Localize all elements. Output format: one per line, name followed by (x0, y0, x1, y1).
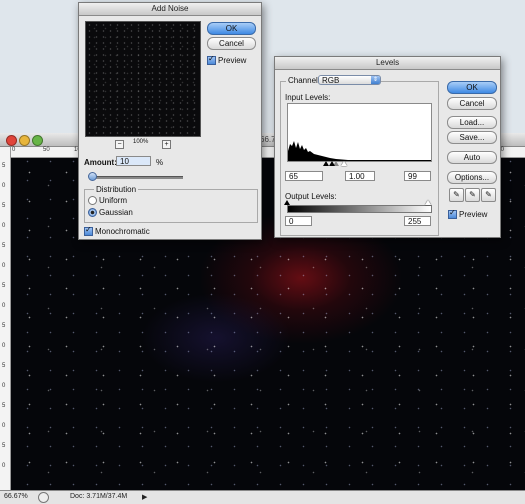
output-black-slider[interactable] (284, 200, 290, 205)
save-button[interactable]: Save... (447, 131, 497, 144)
uniform-radio[interactable] (88, 196, 97, 205)
amount-label: Amount: (84, 158, 117, 167)
ruler-tick-label: 5 (2, 243, 6, 249)
channel-select[interactable]: RGB ⇕ (318, 75, 381, 85)
ruler-tick-label: 0 (2, 263, 6, 269)
monochromatic-checkbox[interactable] (84, 225, 93, 236)
ruler-tick-label: 5 (2, 203, 6, 209)
ruler-tick-label: 5 (2, 323, 6, 329)
cancel-button[interactable]: Cancel (447, 97, 497, 110)
amount-slider-thumb[interactable] (88, 172, 97, 181)
ruler-tick-label: 0 (12, 147, 16, 153)
ruler-tick-label: 0 (2, 303, 6, 309)
output-white-slider[interactable] (425, 200, 431, 205)
output-levels-label: Output Levels: (285, 192, 337, 201)
amount-input[interactable]: 10 (116, 156, 151, 166)
zoom-window-button[interactable] (32, 135, 43, 146)
ruler-tick-label: 5 (2, 363, 6, 369)
ruler-tick-label: 5 (2, 283, 6, 289)
doc-size-info[interactable]: Doc: 3.71M/37.4M (70, 493, 127, 500)
channel-value: RGB (322, 76, 340, 85)
status-icon[interactable] (38, 492, 49, 503)
status-bar: 66.67% Doc: 3.71M/37.4M ▶ (0, 490, 525, 504)
ruler-tick-label: 0 (2, 223, 6, 229)
histogram-graph (288, 141, 431, 161)
preview-label: Preview (459, 210, 488, 219)
input-black-field[interactable]: 65 (285, 171, 323, 181)
ruler-tick-label: 5 (2, 163, 6, 169)
gaussian-radio[interactable] (88, 208, 97, 217)
white-eyedropper-icon[interactable]: ✎ (481, 188, 496, 202)
zoom-out-button[interactable]: − (115, 140, 124, 149)
levels-title: Levels (275, 57, 500, 70)
ruler-tick-label: 0 (2, 423, 6, 429)
add-noise-dialog: Add Noise − 100% + OK Cancel Preview Amo… (78, 2, 262, 240)
ruler-tick-label: 0 (2, 183, 6, 189)
output-black-field[interactable]: 0 (285, 216, 312, 226)
output-white-field[interactable]: 255 (404, 216, 431, 226)
ruler-tick-label: 0 (2, 463, 6, 469)
preview-zoom-percent: 100% (133, 139, 149, 145)
input-white-field[interactable]: 99 (404, 171, 431, 181)
amount-unit: % (156, 158, 164, 167)
black-eyedropper-icon[interactable]: ✎ (449, 188, 464, 202)
status-menu-arrow-icon[interactable]: ▶ (142, 493, 147, 501)
histogram (287, 103, 432, 162)
preview-label: Preview (218, 56, 247, 65)
input-levels-label: Input Levels: (285, 93, 331, 102)
distribution-group (84, 189, 258, 223)
ruler-tick-label: 0 (2, 383, 6, 389)
gaussian-label: Gaussian (99, 208, 133, 217)
input-gamma-field[interactable]: 1.00 (345, 171, 375, 181)
ok-button[interactable]: OK (447, 81, 497, 94)
input-midtone-marker[interactable] (329, 161, 335, 166)
distribution-label: Distribution (94, 185, 139, 194)
uniform-label: Uniform (99, 196, 128, 205)
gray-eyedropper-icon[interactable]: ✎ (465, 188, 480, 202)
preview-checkbox[interactable] (448, 208, 457, 219)
channel-label: Channel: (286, 76, 323, 85)
ruler-tick-label: 0 (2, 343, 6, 349)
chevron-updown-icon: ⇕ (371, 76, 380, 84)
monochromatic-label: Monochromatic (95, 227, 150, 236)
vertical-ruler[interactable]: 5 0 5 0 5 0 5 0 5 0 5 0 5 0 5 0 (0, 147, 11, 491)
preview-checkbox[interactable] (207, 54, 216, 65)
zoom-in-button[interactable]: + (162, 140, 171, 149)
ruler-tick-label: 5 (2, 443, 6, 449)
amount-slider[interactable] (89, 176, 183, 179)
add-noise-title: Add Noise (79, 3, 261, 16)
cancel-button[interactable]: Cancel (207, 37, 256, 50)
ruler-tick-label: 5 (2, 403, 6, 409)
close-window-button[interactable] (6, 135, 17, 146)
ruler-tick-label: 50 (43, 147, 50, 153)
output-gradient-bar (287, 205, 432, 213)
levels-dialog: Levels Channel: RGB ⇕ Input Levels: 65 1… (274, 56, 501, 238)
noise-preview[interactable] (85, 21, 201, 137)
options-button[interactable]: Options... (447, 171, 497, 184)
load-button[interactable]: Load... (447, 116, 497, 129)
minimize-window-button[interactable] (19, 135, 30, 146)
input-white-slider[interactable] (341, 161, 347, 166)
zoom-level[interactable]: 66.67% (4, 493, 28, 500)
auto-button[interactable]: Auto (447, 151, 497, 164)
ok-button[interactable]: OK (207, 22, 256, 35)
